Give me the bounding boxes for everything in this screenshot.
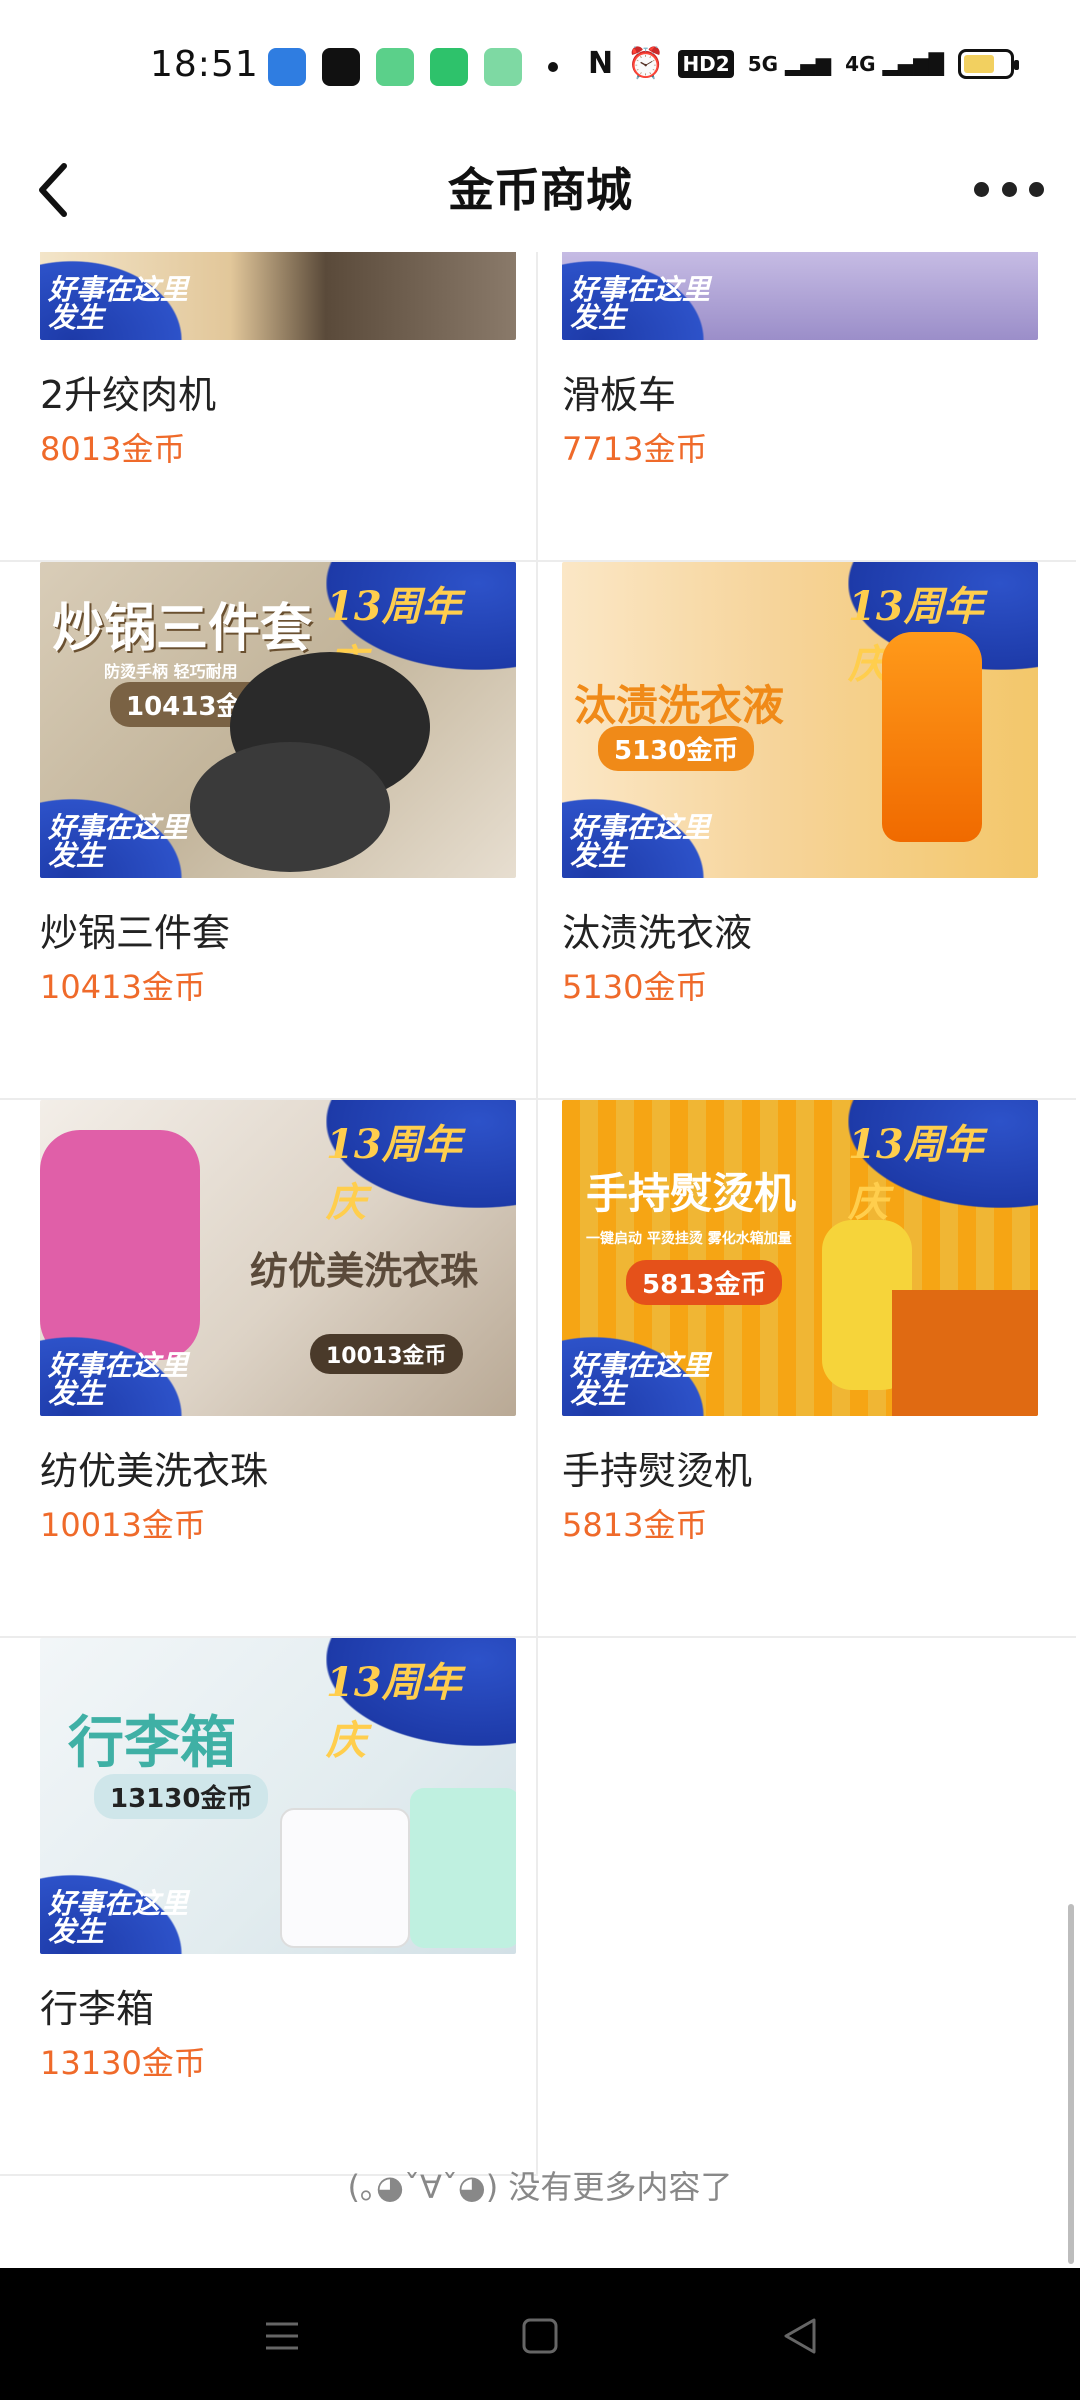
product-price: 5130金币 xyxy=(562,968,708,1006)
scrollbar[interactable] xyxy=(1068,1904,1074,2264)
product-name: 汰渍洗衣液 xyxy=(562,911,753,955)
product-card[interactable]: 13周年庆 汰渍洗衣液 5130金币 好事在这里发生 汰渍洗衣液 5130金币 xyxy=(538,562,1076,1100)
image-price: 5130金币 xyxy=(598,726,755,771)
status-system-icons: Ν ⏰ HD2 5G ▂▄▆ 4G ▂▄▆█ xyxy=(587,46,1019,81)
app-notification-icon xyxy=(484,48,522,86)
product-price: 7713金币 xyxy=(562,430,708,468)
product-name: 滑板车 xyxy=(562,373,677,417)
product-name: 2升绞肉机 xyxy=(40,373,217,417)
status-bar: 18:51 Ν ⏰ HD2 5G ▂▄▆ 4G ▂▄▆█ xyxy=(0,0,1080,136)
promo-tag-text: 好事在这里发生 xyxy=(48,273,189,334)
image-price: 5813金币 xyxy=(626,1260,783,1305)
promo-tag: 好事在这里发生 xyxy=(40,786,200,878)
anniversary-badge-text: 13周年庆 xyxy=(326,1121,462,1226)
anniversary-badge: 13周年庆 xyxy=(848,1100,1038,1226)
more-notifications-dot xyxy=(548,62,558,72)
product-name: 炒锅三件套 xyxy=(40,911,231,955)
anniversary-badge-text: 13周年庆 xyxy=(848,1121,984,1226)
product-image: 13周年庆 行李箱 13130金币 好事在这里发生 xyxy=(40,1638,516,1954)
image-price: 13130金币 xyxy=(94,1774,269,1819)
home-icon[interactable] xyxy=(520,2316,560,2356)
signal-4g-label: 4G xyxy=(845,51,876,76)
teal-suitcase-icon xyxy=(410,1788,516,1948)
back-nav-icon[interactable] xyxy=(780,2316,820,2356)
nav-bar: 金币商城 xyxy=(0,136,1080,252)
product-name: 纺优美洗衣珠 xyxy=(40,1449,269,1493)
battery-icon xyxy=(958,48,1019,79)
promo-tag: 好事在这里发生 xyxy=(40,252,200,340)
system-navigation-bar xyxy=(0,2268,1080,2400)
menu-icon[interactable] xyxy=(262,2316,302,2356)
promo-tag-text: 好事在这里发生 xyxy=(570,811,711,872)
product-card[interactable]: 好事在这里发生 2升绞肉机 8013金币 xyxy=(0,252,538,562)
anniversary-badge: 13周年庆 xyxy=(326,1638,516,1764)
promo-tag-text: 好事在这里发生 xyxy=(570,273,711,334)
product-image: 好事在这里发生 xyxy=(40,252,516,340)
app-notification-icon xyxy=(430,48,468,86)
product-price: 10413金币 xyxy=(40,968,206,1006)
promo-tag: 好事在这里发生 xyxy=(562,252,722,340)
hd-icon: HD2 xyxy=(678,49,734,78)
promo-tag: 好事在这里发生 xyxy=(562,1324,722,1416)
promo-tag-text: 好事在这里发生 xyxy=(48,811,189,872)
signal-5g-label: 5G xyxy=(747,51,779,76)
image-subtitle: 防烫手柄 轻巧耐用 xyxy=(104,662,238,681)
app-notification-icon xyxy=(268,48,306,86)
image-title: 汰渍洗衣液 xyxy=(574,681,785,730)
nfc-icon: Ν xyxy=(587,46,614,81)
detergent-bottle-icon xyxy=(882,632,982,842)
white-suitcase-icon xyxy=(280,1808,410,1948)
pan-icon xyxy=(190,742,390,872)
signal-5g-icon: 5G ▂▄▆ xyxy=(747,51,832,76)
promo-tag-text: 好事在这里发生 xyxy=(48,1349,189,1410)
product-card[interactable]: 13周年庆 纺优美洗衣珠 10013金币 好事在这里发生 纺优美洗衣珠 1001… xyxy=(0,1100,538,1638)
product-image: 好事在这里发生 xyxy=(562,252,1038,340)
product-card[interactable]: 13周年庆 行李箱 13130金币 好事在这里发生 行李箱 13130金币 xyxy=(0,1638,538,2176)
app-notification-icon xyxy=(376,48,414,86)
image-subtitle: 一键启动 平烫挂烫 雾化水箱加量 xyxy=(586,1231,792,1247)
anniversary-badge: 13周年庆 xyxy=(326,1100,516,1226)
product-price: 8013金币 xyxy=(40,430,186,468)
page-title: 金币商城 xyxy=(448,163,632,217)
product-name: 行李箱 xyxy=(40,1987,155,2031)
product-image: 13周年庆 炒锅三件套 防烫手柄 轻巧耐用 10413金币 好事在这里发生 xyxy=(40,562,516,878)
product-image: 13周年庆 纺优美洗衣珠 10013金币 好事在这里发生 xyxy=(40,1100,516,1416)
image-title: 手持熨烫机 xyxy=(586,1169,797,1218)
image-price: 10013金币 xyxy=(310,1334,463,1374)
product-name: 手持熨烫机 xyxy=(562,1449,753,1493)
signal-4g-icon: 4G ▂▄▆█ xyxy=(845,51,944,76)
pedestal-icon xyxy=(892,1290,1038,1416)
anniversary-badge-text: 13周年庆 xyxy=(326,1659,462,1764)
product-image: 13周年庆 汰渍洗衣液 5130金币 好事在这里发生 xyxy=(562,562,1038,878)
end-of-list-message: (｡◕ˇ∀ˇ◕) 没有更多内容了 xyxy=(347,2168,733,2206)
status-time: 18:51 xyxy=(150,44,259,85)
product-price: 13130金币 xyxy=(40,2044,206,2082)
product-card[interactable]: 13周年庆 炒锅三件套 防烫手柄 轻巧耐用 10413金币 好事在这里发生 炒锅… xyxy=(0,562,538,1100)
more-options-icon[interactable] xyxy=(974,174,1044,204)
tiktok-icon xyxy=(322,48,360,86)
product-image: 13周年庆 手持熨烫机 一键启动 平烫挂烫 雾化水箱加量 5813金币 好事在这… xyxy=(562,1100,1038,1416)
promo-tag: 好事在这里发生 xyxy=(562,786,722,878)
product-price: 10013金币 xyxy=(40,1506,206,1544)
promo-tag-text: 好事在这里发生 xyxy=(48,1887,189,1948)
promo-tag-text: 好事在这里发生 xyxy=(570,1349,711,1410)
product-card[interactable]: 好事在这里发生 滑板车 7713金币 xyxy=(538,252,1076,562)
product-list: 好事在这里发生 2升绞肉机 8013金币 好事在这里发生 滑板车 7713金币 … xyxy=(0,252,1080,2268)
alarm-icon: ⏰ xyxy=(627,46,665,81)
image-title: 行李箱 xyxy=(68,1711,236,1776)
status-notification-icons xyxy=(268,48,558,86)
promo-tag: 好事在这里发生 xyxy=(40,1862,200,1954)
promo-tag: 好事在这里发生 xyxy=(40,1324,200,1416)
image-title: 炒锅三件套 xyxy=(52,599,313,659)
image-title: 纺优美洗衣珠 xyxy=(250,1249,479,1293)
product-price: 5813金币 xyxy=(562,1506,708,1544)
product-card[interactable]: 13周年庆 手持熨烫机 一键启动 平烫挂烫 雾化水箱加量 5813金币 好事在这… xyxy=(538,1100,1076,1638)
